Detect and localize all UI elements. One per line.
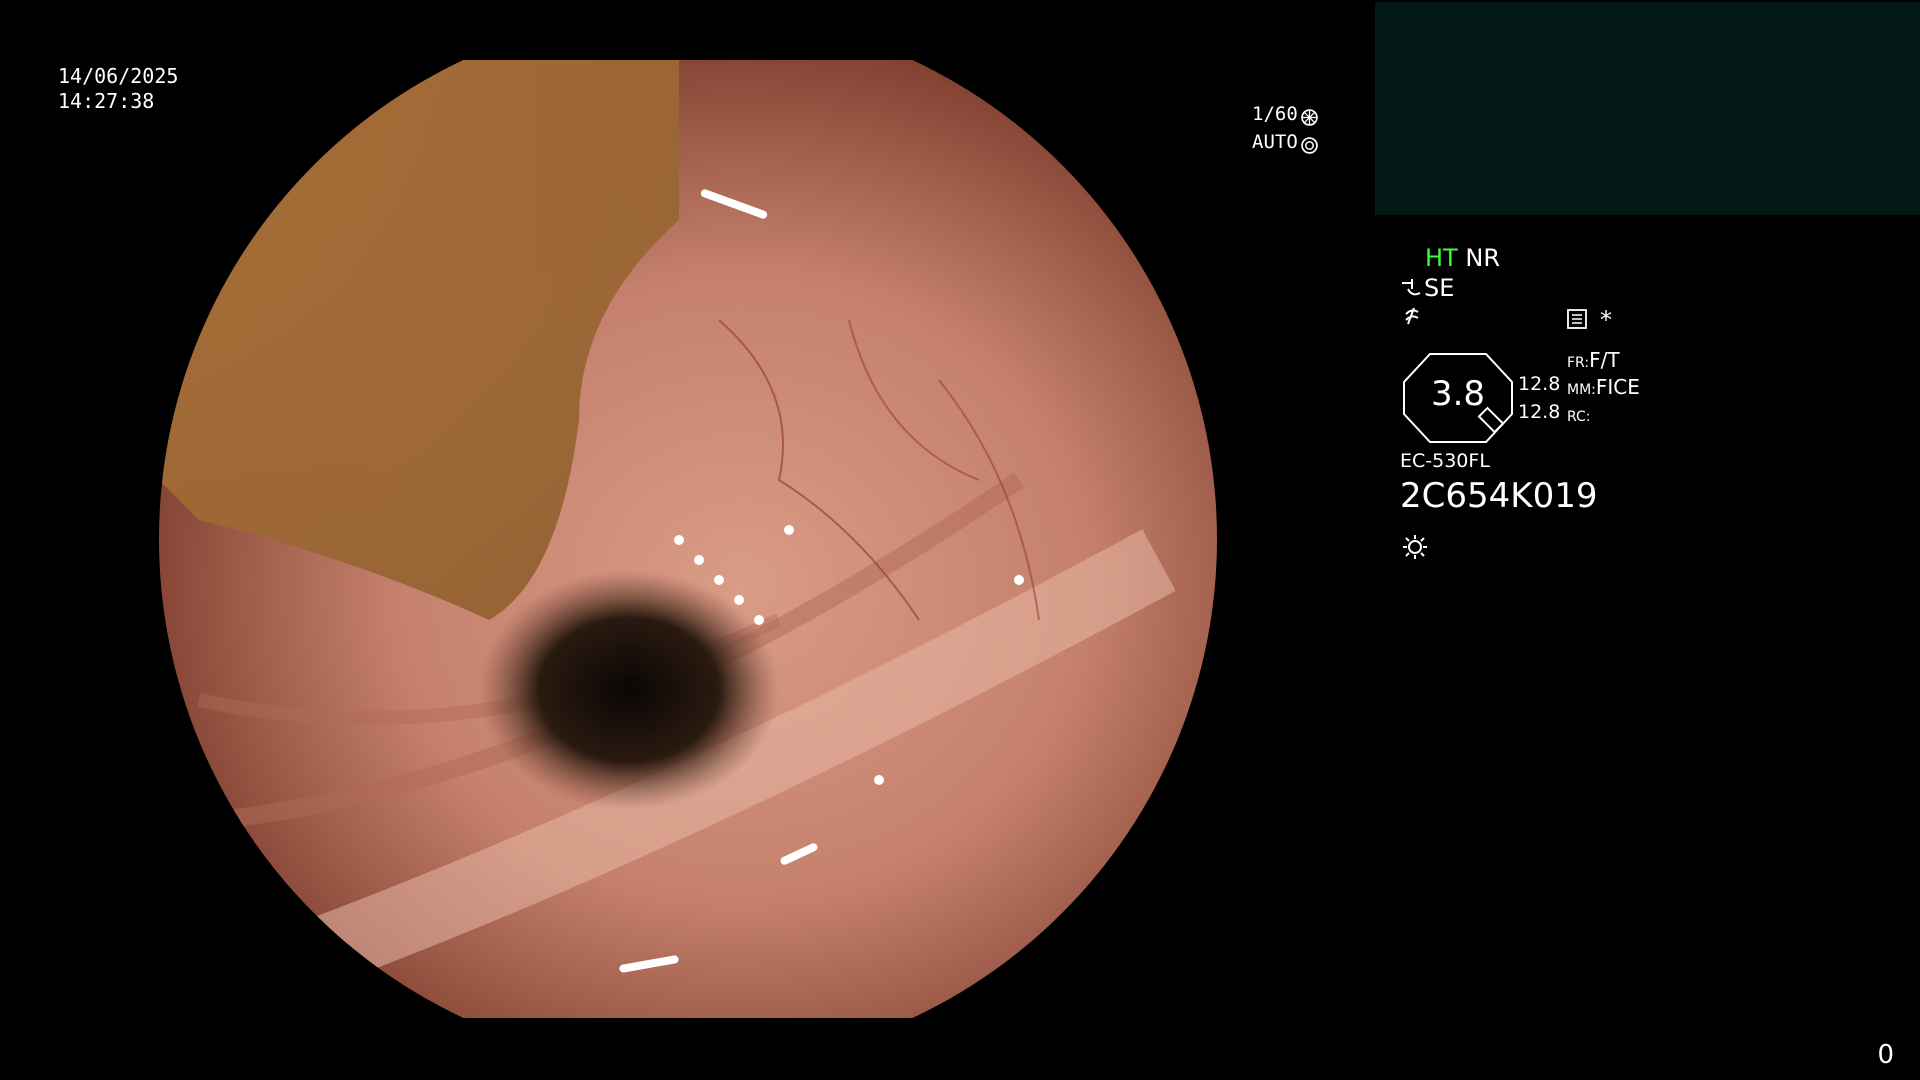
shutter-speed: 1/60 <box>1252 103 1298 125</box>
mm-value: FICE <box>1595 375 1640 399</box>
iris-mode: AUTO <box>1252 131 1298 153</box>
gauge-readings: 12.8 12.8 <box>1518 370 1560 426</box>
frame-counter: 0 <box>1877 1040 1894 1070</box>
nr-indicator: NR <box>1465 244 1500 272</box>
shutter-icon <box>1300 106 1318 126</box>
gauge-line1: 12.8 <box>1518 373 1561 395</box>
fr-label: FR: <box>1567 355 1590 371</box>
light-sun-icon <box>1400 530 1430 564</box>
shutter-info: 1/60 AUTO <box>1252 100 1318 156</box>
se-row: SE <box>1400 274 1454 302</box>
edge-icon <box>1402 306 1422 330</box>
iris-icon <box>1300 134 1318 154</box>
star-indicator: * <box>1600 306 1612 334</box>
endoscope-image <box>159 60 1217 1018</box>
fr-value: F/T <box>1589 348 1620 372</box>
scope-serial: 2C654K019 <box>1400 476 1598 516</box>
ht-nr-row: HT NR <box>1425 244 1500 272</box>
gauge-line2: 12.8 <box>1518 401 1561 423</box>
enhance-icon <box>1400 277 1424 299</box>
se-indicator: SE <box>1424 274 1455 302</box>
scope-model: EC-530FL <box>1400 450 1490 472</box>
time-text: 14:27:38 <box>58 89 155 113</box>
ht-indicator: HT <box>1425 244 1458 272</box>
thumbnail-panel <box>1375 2 1920 215</box>
zoom-gauge: 3.8 <box>1400 352 1516 444</box>
mm-label: MM: <box>1567 382 1596 398</box>
gauge-value: 3.8 <box>1430 374 1486 414</box>
mode-list: FR:F/T MM:FICE RC: <box>1567 348 1640 429</box>
rc-label: RC: <box>1567 409 1591 425</box>
menu-list-icon <box>1566 308 1588 334</box>
